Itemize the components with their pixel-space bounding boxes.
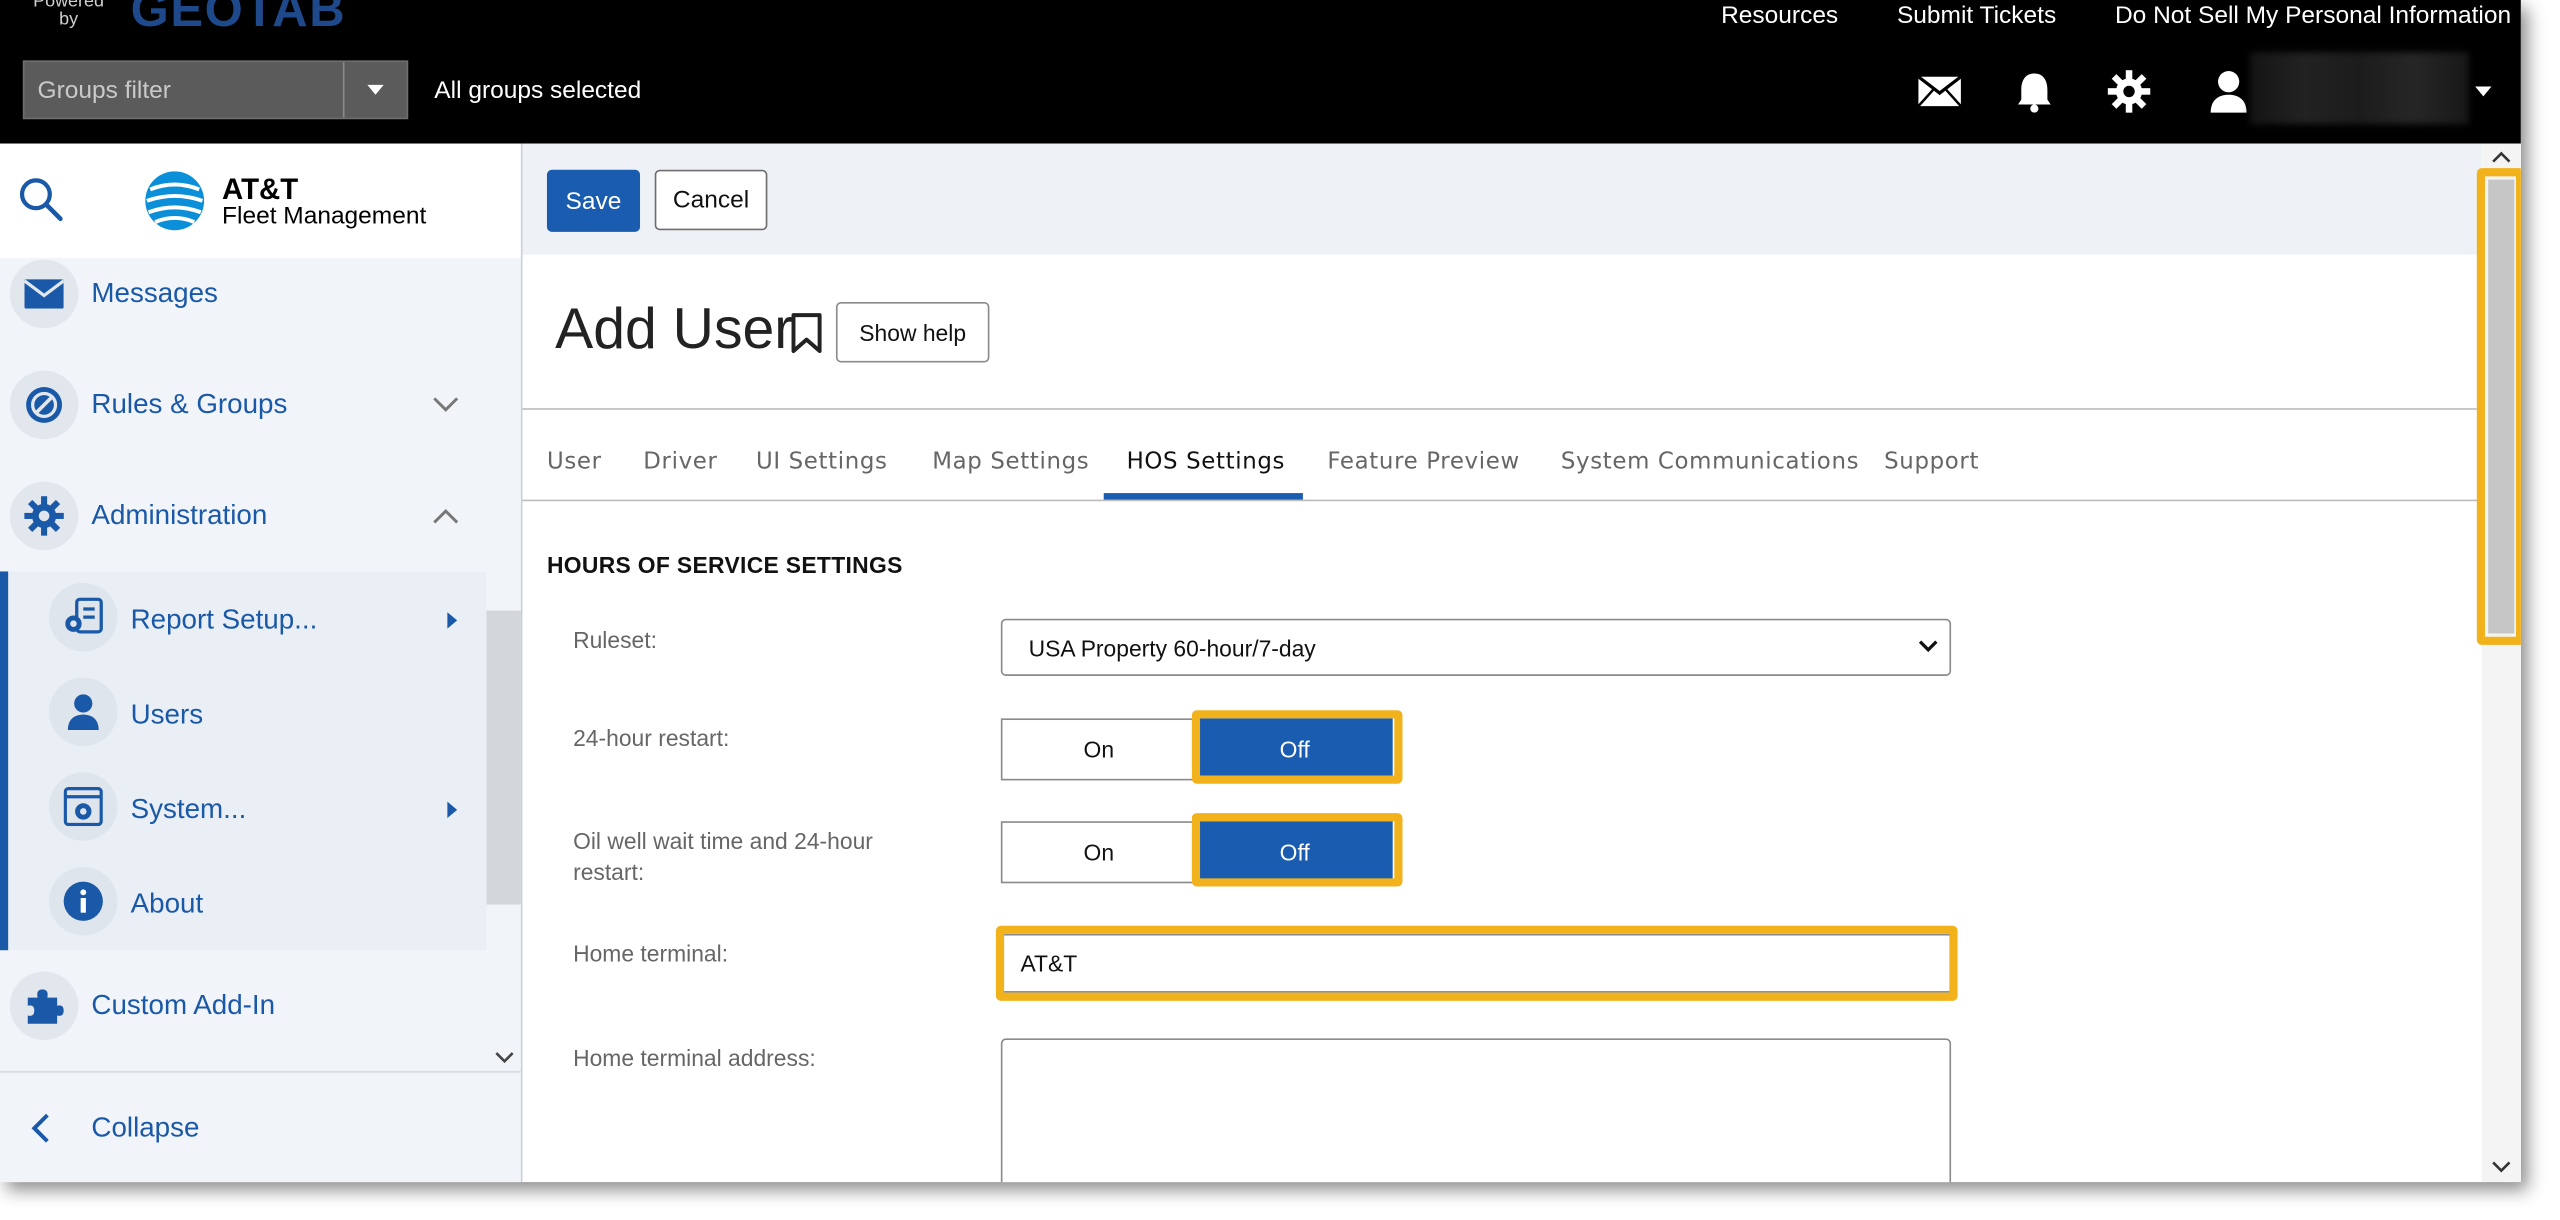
tab-map-settings[interactable]: Map Settings — [932, 449, 1089, 475]
sidebar-item-label: Rules & Groups — [91, 388, 288, 420]
sidebar-item-label: System... — [130, 793, 247, 825]
sidebar-scroll-down-icon[interactable] — [493, 1045, 516, 1074]
groups-filter-dropdown-button[interactable] — [342, 62, 407, 118]
oilwell-label-line1: Oil well wait time and 24-hour — [573, 827, 873, 854]
sidebar-item-label: Administration — [91, 499, 268, 531]
main-scrollbar-thumb[interactable] — [2488, 179, 2515, 634]
sidebar-item-custom-add-in[interactable]: Custom Add-In — [0, 960, 487, 1051]
home-terminal-address-textarea[interactable] — [1000, 1038, 1952, 1183]
sidebar-item-messages[interactable]: Messages — [0, 248, 487, 339]
caret-right-icon — [447, 801, 458, 818]
active-tab-indicator — [1103, 493, 1303, 500]
ruleset-label: Ruleset: — [573, 626, 657, 654]
groups-filter-placeholder: Groups filter — [37, 76, 171, 105]
chevron-up-icon — [433, 508, 459, 524]
caret-down-icon — [367, 84, 384, 95]
section-title: HOURS OF SERVICE SETTINGS — [546, 551, 903, 578]
home-terminal-value: AT&T — [1020, 950, 1078, 977]
sidebar-item-label: Report Setup... — [130, 604, 318, 636]
toolbar: Save Cancel — [522, 143, 2482, 255]
user-name-redacted[interactable] — [2249, 52, 2469, 125]
resources-link[interactable]: Resources — [1721, 0, 1838, 33]
scroll-down-icon[interactable] — [2492, 1159, 2512, 1174]
caret-right-icon — [447, 612, 458, 629]
page-title: Add User — [555, 297, 794, 361]
sidebar-item-users[interactable]: Users — [0, 669, 487, 760]
oilwell-label: Oil well wait time and 24-hour restart: — [573, 826, 873, 888]
ruleset-value: USA Property 60-hour/7-day — [1028, 635, 1316, 662]
oilwell-toggle[interactable]: On Off — [1000, 821, 1393, 884]
chevron-left-icon — [31, 1113, 49, 1143]
sidebar-item-label: Messages — [91, 277, 218, 309]
sidebar-item-label: Custom Add-In — [91, 989, 276, 1021]
sidebar-item-label: Users — [130, 698, 204, 730]
tab-hos-settings[interactable]: HOS Settings — [1127, 449, 1286, 475]
home-terminal-input[interactable]: AT&T — [1000, 933, 1952, 993]
envelope-icon — [9, 259, 79, 329]
submit-tickets-link[interactable]: Submit Tickets — [1897, 0, 2056, 33]
bell-icon[interactable] — [2010, 69, 2059, 115]
search-icon[interactable] — [18, 176, 64, 230]
tab-bar: User Driver UI Settings Map Settings HOS… — [522, 410, 2482, 502]
sidebar-item-label: About — [130, 888, 204, 920]
oilwell-off-button[interactable]: Off — [1196, 821, 1393, 884]
tab-support[interactable]: Support — [1884, 449, 1979, 475]
tab-user[interactable]: User — [547, 449, 602, 475]
gear-icon — [9, 481, 79, 551]
restart-toggle[interactable]: On Off — [1000, 718, 1393, 781]
mail-icon[interactable] — [1915, 69, 1964, 115]
sidebar-item-about[interactable]: About — [0, 859, 487, 950]
report-icon — [48, 582, 118, 652]
geotab-logo: GEOTAB — [130, 0, 347, 38]
home-terminal-address-label: Home terminal address: — [573, 1044, 816, 1072]
restart-label: 24-hour restart: — [573, 724, 730, 752]
collapse-button[interactable]: Collapse — [0, 1071, 521, 1183]
groups-filter-input[interactable]: Groups filter — [22, 60, 409, 120]
sidebar-item-rules-groups[interactable]: Rules & Groups — [0, 359, 487, 450]
user-icon[interactable] — [2204, 69, 2253, 115]
cancel-button[interactable]: Cancel — [654, 169, 768, 231]
tab-feature-preview[interactable]: Feature Preview — [1327, 449, 1519, 475]
save-button[interactable]: Save — [546, 169, 641, 232]
info-icon — [48, 866, 118, 936]
sidebar-scrollbar-thumb[interactable] — [486, 610, 521, 905]
oilwell-label-line2: restart: — [573, 858, 645, 885]
home-terminal-label: Home terminal: — [573, 940, 729, 967]
oilwell-on-button[interactable]: On — [1000, 821, 1197, 884]
top-links: Resources Submit Tickets Do Not Sell My … — [1721, 0, 2511, 33]
gear-icon[interactable] — [2105, 69, 2154, 115]
sidebar-item-system[interactable]: System... — [0, 764, 487, 855]
restart-off-button[interactable]: Off — [1196, 718, 1393, 781]
system-icon — [48, 772, 118, 841]
top-bar: Powered by GEOTAB Resources Submit Ticke… — [0, 0, 2521, 144]
restart-on-button[interactable]: On — [1000, 718, 1197, 781]
logo-subtitle: Fleet Management — [222, 202, 427, 231]
tab-driver[interactable]: Driver — [643, 449, 717, 475]
main-content: Save Cancel Add User Show help User Driv… — [522, 143, 2521, 1183]
sidebar-item-report-setup[interactable]: Report Setup... — [0, 575, 487, 666]
att-globe-logo-icon — [144, 170, 206, 240]
chevron-down-icon — [1918, 640, 1938, 653]
user-menu-caret-icon[interactable] — [2459, 69, 2508, 115]
puzzle-icon — [9, 971, 79, 1041]
bookmark-icon[interactable] — [789, 312, 825, 363]
powered-by-text: Powered by — [33, 0, 105, 30]
collapse-label: Collapse — [91, 1111, 200, 1143]
tab-ui-settings[interactable]: UI Settings — [756, 449, 888, 475]
show-help-button[interactable]: Show help — [835, 302, 990, 363]
sidebar-item-administration[interactable]: Administration — [0, 470, 487, 561]
chevron-down-icon — [433, 397, 459, 412]
do-not-sell-link[interactable]: Do Not Sell My Personal Information — [2115, 0, 2511, 33]
ruleset-select[interactable]: USA Property 60-hour/7-day — [1000, 618, 1952, 676]
scroll-up-icon[interactable] — [2492, 150, 2512, 165]
user-icon — [48, 677, 118, 747]
tab-system-communications[interactable]: System Communications — [1561, 449, 1859, 475]
rules-icon — [9, 370, 79, 440]
groups-status: All groups selected — [434, 76, 642, 105]
